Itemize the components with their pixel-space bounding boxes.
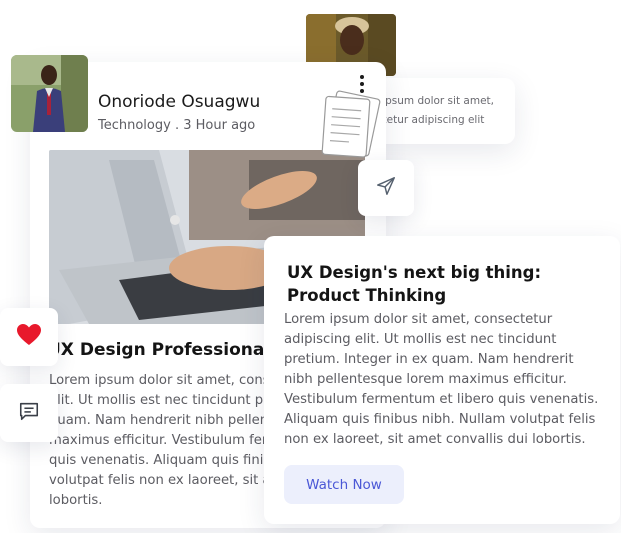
post-excerpt-line: volutpat felis non ex laoreet, sit ame bbox=[49, 473, 265, 488]
author-avatar[interactable] bbox=[11, 55, 88, 132]
post-excerpt-line: quis venenatis. Aliquam quis finibus bbox=[49, 453, 265, 468]
featured-title[interactable]: UX Design's next big thing: Product Thin… bbox=[287, 261, 597, 307]
post-excerpt-line: lobortis. bbox=[49, 493, 103, 508]
post-excerpt-line: maximus efficitur. Vestibulum ferme bbox=[49, 433, 265, 448]
author-name[interactable]: Onoriode Osuagwu bbox=[98, 92, 260, 112]
post-excerpt: Lorem ipsum dolor sit amet, consec elit. … bbox=[49, 371, 265, 516]
post-meta: Technology . 3 Hour ago bbox=[98, 118, 255, 133]
share-button[interactable] bbox=[358, 160, 414, 216]
watch-now-button[interactable]: Watch Now bbox=[284, 465, 404, 504]
post-time: 3 Hour ago bbox=[183, 118, 256, 133]
post-category[interactable]: Technology . bbox=[98, 118, 179, 133]
post-excerpt-line: elit. Ut mollis est nec tincidunt pretiu bbox=[49, 393, 265, 408]
send-icon bbox=[375, 175, 397, 201]
post-excerpt-line: quam. Nam hendrerit nibh pellentes bbox=[49, 413, 265, 428]
post-excerpt-line: Lorem ipsum dolor sit amet, consec bbox=[49, 373, 265, 388]
featured-excerpt: Lorem ipsum dolor sit amet, consectetur … bbox=[284, 312, 599, 447]
post-title[interactable]: UX Design Professional Ce bbox=[47, 340, 267, 360]
documents-icon bbox=[314, 88, 386, 166]
like-button[interactable] bbox=[0, 308, 58, 366]
comment-button[interactable] bbox=[0, 384, 58, 442]
comment-icon bbox=[18, 400, 40, 426]
heart-icon bbox=[16, 323, 42, 351]
